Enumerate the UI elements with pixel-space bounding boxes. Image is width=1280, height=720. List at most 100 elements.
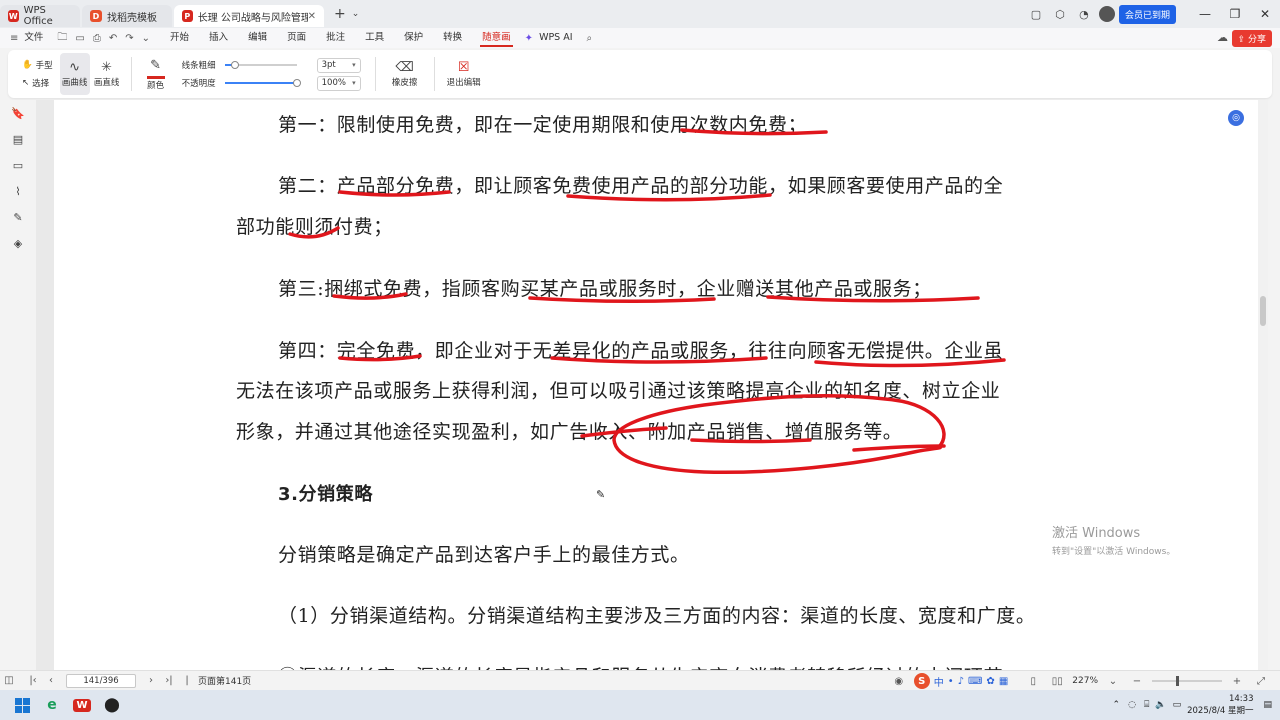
document-page[interactable]: 第一：限制使用免费，即在一定使用期限和使用次数内免费； 第二：产品部分免费，即让… — [54, 100, 1258, 670]
new-tab-button[interactable]: + — [334, 6, 346, 22]
menu-tools[interactable]: 工具 — [355, 28, 394, 48]
bookmark-icon[interactable]: 🔖 — [0, 100, 36, 126]
menu-protect[interactable]: 保护 — [394, 28, 433, 48]
paragraph: 分销策略是确定产品到达客户手上的最佳方式。 — [278, 544, 690, 566]
thumbnail-icon[interactable]: ▤ — [0, 126, 36, 152]
window-layout-icon[interactable]: ▢ — [1025, 3, 1047, 25]
open-folder-icon[interactable]: 🗀 — [53, 30, 71, 47]
hand-tool-button[interactable]: ✋ 手型 — [16, 56, 59, 74]
sidebar-toggle-icon[interactable]: ◫ — [0, 675, 18, 686]
pen-cursor-icon: ✎ — [596, 488, 606, 501]
scrollbar-thumb[interactable] — [1260, 296, 1266, 326]
zoom-chevron-icon[interactable]: ⌄ — [1104, 676, 1122, 687]
redo-icon[interactable]: ↷ — [121, 33, 137, 44]
layers-icon[interactable]: ◈ — [0, 230, 36, 256]
first-page-icon[interactable]: |‹ — [24, 675, 42, 686]
document-area[interactable]: 第一：限制使用免费，即在一定使用期限和使用次数内免费； 第二：产品部分免费，即让… — [36, 100, 1268, 670]
restore-button[interactable]: ❐ — [1220, 7, 1250, 21]
print-icon[interactable]: ⎙ — [89, 33, 105, 44]
title-bar: W WPS Office D 找稻壳模板 P 长理 公司战略与风险管理教 ✕ +… — [0, 0, 1280, 28]
pdf-icon: P — [182, 10, 193, 22]
tab-list-chevron-icon[interactable]: ⌄ — [352, 9, 360, 19]
search-icon[interactable]: ⌕ — [583, 33, 597, 44]
menu-freehand-draw[interactable]: 随意画 — [472, 28, 521, 48]
close-window-button[interactable]: ✕ — [1250, 7, 1280, 21]
menu-insert[interactable]: 插入 — [199, 28, 238, 48]
tab-label: 长理 公司战略与风险管理教 — [197, 12, 308, 24]
ink-underline — [852, 444, 946, 452]
color-label: 颜色 — [147, 80, 165, 91]
divider: | — [185, 675, 189, 686]
attachment-icon[interactable]: ⌇ — [0, 178, 36, 204]
prev-page-icon[interactable]: ‹ — [42, 675, 60, 686]
menu-file[interactable]: 文件 — [22, 28, 53, 48]
left-sidebar: 🔖 ▤ ▭ ⌇ ✎ ◈ — [0, 100, 36, 670]
double-page-icon[interactable]: ▯▯ — [1048, 676, 1066, 687]
windows-start-icon[interactable] — [8, 691, 36, 719]
assistant-float-icon[interactable]: ◎ — [1228, 110, 1244, 126]
exit-edit-button[interactable]: ☒ 退出编辑 — [444, 53, 484, 95]
page-number-input[interactable]: 141/396 — [66, 673, 136, 688]
zoom-slider[interactable] — [1152, 676, 1222, 686]
menu-edit[interactable]: 编辑 — [238, 28, 277, 48]
minimize-button[interactable]: — — [1190, 7, 1220, 21]
volume-icon[interactable]: 🔈 — [1155, 700, 1166, 710]
divider — [130, 57, 132, 91]
edge-browser-icon[interactable]: e — [38, 691, 66, 719]
draw-curve-button[interactable]: ∿ 画曲线 — [59, 53, 90, 95]
notification-icon[interactable]: ▤ — [1263, 700, 1272, 710]
cube-icon[interactable]: ⬡ — [1049, 3, 1071, 25]
zoom-out-icon[interactable]: − — [1128, 676, 1146, 687]
status-bar: ◫ |‹ ‹ 141/396 › ›| | 页面第141页 ◉ S 中 • ♪ … — [0, 670, 1280, 690]
system-tray: ⌃ ◌ ⌸ 🔈 ▭ 14:33 2025/8/4 星期一 ▤ — [1113, 690, 1280, 720]
vertical-scrollbar[interactable] — [1258, 100, 1268, 670]
menu-comment[interactable]: 批注 — [316, 28, 355, 48]
menu-convert[interactable]: 转换 — [433, 28, 472, 48]
opacity-label: 不透明度 — [181, 79, 216, 89]
tray-chevron-icon[interactable]: ⌃ — [1113, 700, 1121, 710]
app-icon[interactable]: ⬤ — [98, 691, 126, 719]
save-icon[interactable]: ▭ — [71, 33, 88, 44]
next-page-icon[interactable]: › — [142, 675, 160, 686]
tab-docer-templates[interactable]: D 找稻壳模板 — [82, 5, 172, 27]
membership-button[interactable]: 会员已到期 — [1118, 4, 1176, 24]
network-icon[interactable]: ⌸ — [1144, 700, 1149, 710]
hamburger-icon[interactable]: ≡ — [0, 33, 22, 44]
single-page-icon[interactable]: ▯ — [1024, 676, 1042, 687]
last-page-icon[interactable]: ›| — [160, 675, 178, 686]
eye-icon[interactable]: ◉ — [890, 676, 908, 687]
line-width-select[interactable]: 3pt ▾ — [316, 57, 361, 73]
tray-app-icon[interactable]: ◌ — [1128, 700, 1136, 710]
undo-icon[interactable]: ↶ — [105, 33, 121, 44]
opacity-select[interactable]: 100% ▾ — [316, 75, 361, 91]
clock[interactable]: 14:33 2025/8/4 星期一 — [1187, 693, 1253, 717]
line-width-slider[interactable] — [224, 61, 297, 69]
close-tab-icon[interactable]: ✕ — [308, 11, 316, 22]
zoom-in-icon[interactable]: + — [1228, 676, 1246, 687]
eraser-button[interactable]: ⌫ 橡皮擦 — [385, 53, 425, 95]
more-chevron-icon[interactable]: ⌄ — [138, 33, 154, 44]
zoom-level[interactable]: 227% — [1072, 676, 1098, 686]
menu-bar: ≡ 文件 🗀 ▭ ⎙ ↶ ↷ ⌄ 开始 插入 编辑 页面 批注 工具 保护 转换… — [0, 28, 1280, 48]
comment-icon[interactable]: ▭ — [0, 152, 36, 178]
wps-taskbar-icon[interactable]: W — [68, 691, 96, 719]
menu-home[interactable]: 开始 — [160, 28, 199, 48]
menu-page[interactable]: 页面 — [277, 28, 316, 48]
battery-icon[interactable]: ▭ — [1173, 700, 1182, 710]
draw-line-button[interactable]: ✳ 画直线 — [92, 53, 122, 95]
tab-wps-office[interactable]: W WPS Office — [0, 5, 80, 27]
tab-document[interactable]: P 长理 公司战略与风险管理教 ✕ — [174, 5, 324, 27]
opacity-slider[interactable] — [224, 79, 301, 87]
bell-icon[interactable]: ◔ — [1073, 3, 1095, 25]
signature-icon[interactable]: ✎ — [0, 204, 36, 230]
select-tool-button[interactable]: ↖ 选择 — [16, 74, 59, 92]
avatar[interactable] — [1098, 6, 1115, 22]
skin-icon: ✿ — [986, 675, 995, 687]
paragraph: ①渠道的长度。渠道的长度是指产品和服务从生产商向消费者转移所经过的中间环节 — [278, 662, 1003, 670]
fit-page-icon[interactable]: ⤢ — [1252, 676, 1270, 687]
cloud-sync-icon[interactable]: ☁ — [1217, 31, 1228, 44]
ime-toolbar[interactable]: S 中 • ♪ ⌨ ✿ ▦ — [913, 673, 1008, 689]
menu-wps-ai[interactable]: WPS AI — [537, 28, 582, 48]
pen-color-button[interactable]: ✎ 颜色 — [141, 53, 171, 95]
share-button[interactable]: ⇪ 分享 — [1231, 30, 1272, 47]
